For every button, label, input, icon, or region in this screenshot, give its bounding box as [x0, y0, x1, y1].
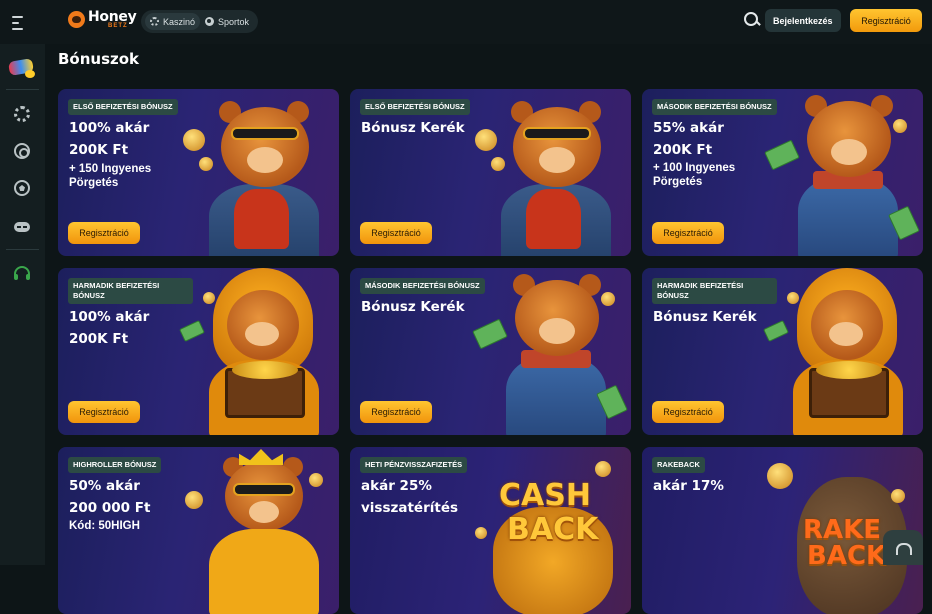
card-subtitle: + 100 Ingyenes Pörgetés [653, 162, 736, 188]
bonus-card[interactable]: HARMADIK BEFIZETÉSI BÓNUSZ 100% akár 200… [58, 268, 339, 435]
promo-icon[interactable] [7, 56, 39, 80]
card-badge: RAKEBACK [652, 457, 705, 474]
mode-switch: Kaszinó Sportok [141, 10, 259, 33]
search-icon[interactable] [743, 11, 761, 29]
cashback-honeycomb-illustration: CASH BACK [471, 447, 631, 614]
register-button[interactable]: Regisztráció [850, 9, 922, 32]
card-register-button[interactable]: Regisztráció [68, 401, 140, 423]
bonus-card[interactable]: HARMADIK BEFIZETÉSI BÓNUSZ Bónusz Kerék … [642, 268, 923, 435]
support-headset-icon[interactable] [14, 266, 30, 280]
bonus-card[interactable]: MÁSODIK BEFIZETÉSI BÓNUSZ Bónusz Kerék R… [350, 268, 631, 435]
bear-sunglasses-illustration [179, 89, 339, 256]
login-button[interactable]: Bejelentkezés [765, 9, 841, 32]
live-casino-icon[interactable] [14, 143, 30, 159]
card-badge: HARMADIK BEFIZETÉSI BÓNUSZ [68, 278, 193, 305]
bear-king-illustration [179, 447, 339, 614]
card-title: Bónusz Kerék [653, 309, 757, 325]
card-register-button[interactable]: Regisztráció [652, 222, 724, 244]
card-title: akár 17% [653, 478, 724, 494]
bear-cash-illustration [471, 268, 631, 435]
card-badge: HIGHROLLER BÓNUSZ [68, 457, 162, 474]
gamepad-icon[interactable] [14, 222, 30, 232]
cashback-art-text: CASH [499, 478, 591, 513]
card-title: Bónusz Kerék [361, 299, 465, 315]
card-badge: MÁSODIK BEFIZETÉSI BÓNUSZ [652, 99, 777, 116]
card-register-button[interactable]: Regisztráció [68, 222, 140, 244]
cashback-art-text: BACK [507, 512, 599, 547]
card-title: 100% akár 200K Ft [69, 309, 150, 348]
tab-casino[interactable]: Kaszinó [145, 13, 201, 30]
tab-sports-label: Sportok [218, 16, 250, 27]
bonus-card[interactable]: ELSŐ BEFIZETÉSI BÓNUSZ Bónusz Kerék Regi… [350, 89, 631, 256]
bonus-card[interactable]: CASH BACK HETI PÉNZVISSZAFIZETÉS akár 25… [350, 447, 631, 614]
card-register-button[interactable]: Regisztráció [360, 222, 432, 244]
bonus-card[interactable]: MÁSODIK BEFIZETÉSI BÓNUSZ 55% akár 200K … [642, 89, 923, 256]
bear-treasure-chest-illustration [179, 268, 339, 435]
card-register-button[interactable]: Regisztráció [652, 401, 724, 423]
card-title: 55% akár 200K Ft [653, 120, 724, 159]
card-badge: MÁSODIK BEFIZETÉSI BÓNUSZ [360, 278, 485, 295]
card-badge: HARMADIK BEFIZETÉSI BÓNUSZ [652, 278, 777, 305]
chip-icon [150, 17, 159, 26]
ball-icon [205, 17, 215, 26]
card-subtitle: + 150 Ingyenes Pörgetés [69, 163, 152, 189]
card-badge: ELSŐ BEFIZETÉSI BÓNUSZ [68, 99, 178, 116]
tab-casino-label: Kaszinó [163, 16, 196, 27]
support-headset-button[interactable] [883, 530, 923, 565]
card-title: Bónusz Kerék [361, 120, 465, 136]
sports-ball-icon[interactable] [14, 180, 30, 196]
menu-icon[interactable] [12, 12, 32, 32]
top-bar: Honey BETZ Kaszinó Sportok Bejelentkezés… [0, 0, 932, 44]
sidebar-divider [6, 249, 39, 250]
logo[interactable]: Honey BETZ [68, 9, 137, 29]
page-title: Bónuszok [58, 50, 140, 68]
bonus-card[interactable]: ELSŐ BEFIZETÉSI BÓNUSZ 100% akár 200K Ft… [58, 89, 339, 256]
card-title: 50% akár 200 000 Ft [69, 478, 151, 517]
bonus-card[interactable]: HIGHROLLER BÓNUSZ 50% akár 200 000 Ft Kó… [58, 447, 339, 614]
casino-chip-icon[interactable] [14, 106, 30, 122]
bonus-card[interactable]: RAKE BACK RAKEBACK akár 17% [642, 447, 923, 614]
sidebar-divider [6, 89, 39, 90]
card-register-button[interactable]: Regisztráció [360, 401, 432, 423]
tab-sports[interactable]: Sportok [200, 13, 254, 30]
card-badge: ELSŐ BEFIZETÉSI BÓNUSZ [360, 99, 470, 116]
card-subtitle: Kód: 50HIGH [69, 520, 140, 532]
card-badge: HETI PÉNZVISSZAFIZETÉS [360, 457, 468, 474]
sidebar [0, 44, 45, 565]
bear-cash-illustration [763, 89, 923, 256]
card-title: 100% akár 200K Ft [69, 120, 150, 159]
rakeback-art-text: BACK [807, 541, 887, 571]
card-title: akár 25% visszatérítés [361, 478, 459, 517]
bear-treasure-chest-illustration [763, 268, 923, 435]
rakeback-art-text: RAKE [803, 515, 882, 545]
bear-logo-icon [68, 10, 85, 28]
bear-sunglasses-illustration [471, 89, 631, 256]
